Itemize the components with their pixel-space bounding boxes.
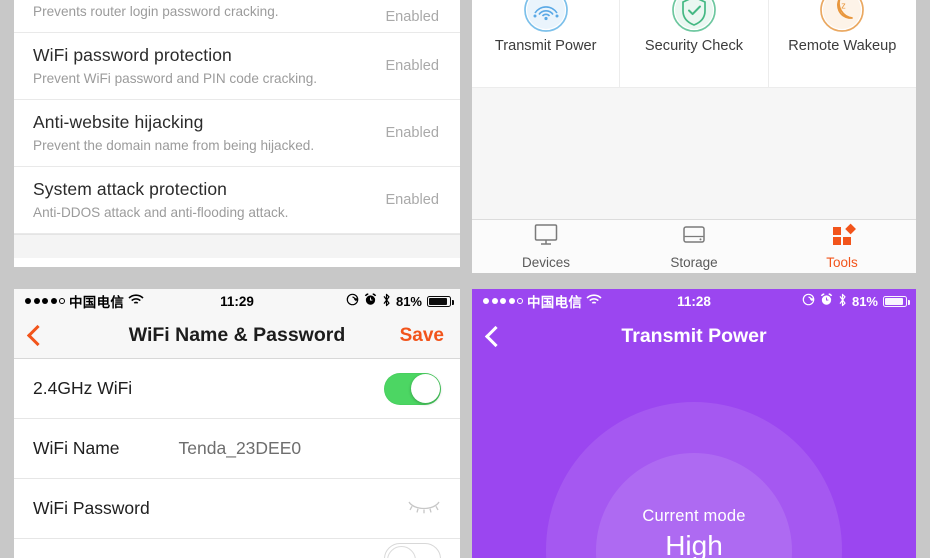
tab-label: Devices [521, 255, 570, 270]
security-row-wifi-password[interactable]: WiFi password protection Prevent WiFi pa… [14, 33, 460, 100]
tool-label: Security Check [644, 38, 744, 54]
tab-label: Storage [670, 255, 718, 270]
tool-label: Transmit Power [494, 38, 597, 54]
bottom-tab-bar: Devices Storage Tools [472, 219, 916, 273]
page-title: WiFi Name & Password [128, 324, 346, 346]
alarm-clock-icon [364, 293, 377, 309]
security-settings-panel: Login password protection Prevents route… [14, 0, 460, 267]
rotation-lock-icon [802, 293, 815, 309]
wifi-name-input[interactable]: Tenda_23DEE0 [179, 438, 302, 459]
bluetooth-icon [382, 293, 391, 310]
tab-tools[interactable]: Tools [768, 223, 916, 270]
monitor-icon [532, 223, 560, 252]
battery-percent: 81% [851, 293, 878, 309]
tool-transmit-power[interactable]: Transmit Power [472, 0, 621, 87]
shield-check-icon [670, 0, 718, 34]
battery-icon [427, 295, 454, 307]
signal-dots-icon [25, 298, 65, 304]
status-bar: 中国电信 11:28 81% [472, 289, 916, 313]
security-row-system-attack[interactable]: System attack protection Anti-DDOS attac… [14, 167, 460, 234]
row-label: WiFi Password [33, 498, 150, 518]
status-bar-right: 81% [802, 293, 910, 310]
next-row-toggle[interactable] [384, 543, 441, 558]
current-mode-value: High [665, 530, 723, 558]
current-mode-block: Current mode High [472, 507, 916, 558]
row-24ghz-wifi[interactable]: 2.4GHz WiFi [14, 359, 460, 419]
security-row-status: Enabled [385, 58, 439, 74]
tools-empty-area [472, 87, 916, 219]
svg-text:z: z [842, 1, 847, 11]
rotation-lock-icon [346, 293, 359, 309]
wifi-24ghz-toggle[interactable] [384, 372, 441, 405]
save-button[interactable]: Save [400, 325, 444, 347]
security-row-login-password[interactable]: Login password protection Prevents route… [14, 1, 460, 33]
wifi-icon [586, 293, 602, 309]
security-list: Login password protection Prevents route… [14, 1, 460, 258]
moon-sleep-icon: z [818, 0, 866, 34]
security-row-anti-hijacking[interactable]: Anti-website hijacking Prevent the domai… [14, 100, 460, 167]
status-bar-left: 中国电信 [25, 291, 144, 311]
wifi-settings-panel: 中国电信 11:29 81% WiFi Name & Password Save… [14, 289, 460, 558]
wifi-router-icon [522, 0, 570, 34]
security-row-status: Enabled [385, 8, 439, 25]
transmit-power-panel: 中国电信 11:28 81% Transmit Power Current mo… [472, 289, 916, 558]
tab-label: Tools [826, 255, 858, 270]
row-label: WiFi Name [33, 438, 120, 458]
tab-devices[interactable]: Devices [472, 223, 620, 270]
eye-closed-icon[interactable] [407, 497, 441, 520]
back-chevron-icon[interactable] [26, 324, 49, 347]
status-bar-left: 中国电信 [483, 291, 602, 311]
signal-dots-icon [483, 298, 523, 304]
back-chevron-icon[interactable] [484, 325, 507, 347]
tools-grid: Transmit Power Security Check z Remote W… [472, 0, 916, 87]
tool-security-check[interactable]: Security Check [620, 0, 769, 87]
nav-bar: WiFi Name & Password Save [14, 313, 460, 359]
row-wifi-password[interactable]: WiFi Password [14, 479, 460, 539]
status-bar: 中国电信 11:29 81% [14, 289, 460, 313]
row-next-partial[interactable] [14, 539, 460, 558]
row-wifi-name[interactable]: WiFi Name Tenda_23DEE0 [14, 419, 460, 479]
screenshot-stage: Login password protection Prevents route… [0, 0, 930, 558]
battery-icon [883, 295, 910, 307]
battery-percent: 81% [395, 293, 422, 309]
wifi-icon [128, 293, 144, 309]
tab-storage[interactable]: Storage [620, 223, 768, 270]
page-title: Transmit Power [621, 324, 767, 347]
alarm-clock-icon [820, 293, 833, 309]
hard-drive-icon [680, 223, 708, 252]
row-label: 2.4GHz WiFi [33, 378, 133, 398]
nav-bar: Transmit Power [472, 313, 916, 359]
list-bottom-spacer [14, 234, 460, 258]
status-bar-right: 81% [346, 293, 454, 310]
security-row-status: Enabled [385, 192, 439, 208]
tool-remote-wakeup[interactable]: z Remote Wakeup [768, 0, 916, 87]
security-row-status: Enabled [385, 125, 439, 141]
bluetooth-icon [838, 293, 847, 310]
tool-label: Remote Wakeup [788, 38, 897, 54]
carrier-label: 中国电信 [527, 295, 583, 310]
grid-tools-icon [828, 223, 856, 252]
tools-panel: Transmit Power Security Check z Remote W… [472, 0, 916, 273]
transmit-power-visual: Current mode High [472, 359, 916, 558]
carrier-label: 中国电信 [69, 295, 125, 310]
current-mode-label: Current mode [642, 507, 746, 525]
